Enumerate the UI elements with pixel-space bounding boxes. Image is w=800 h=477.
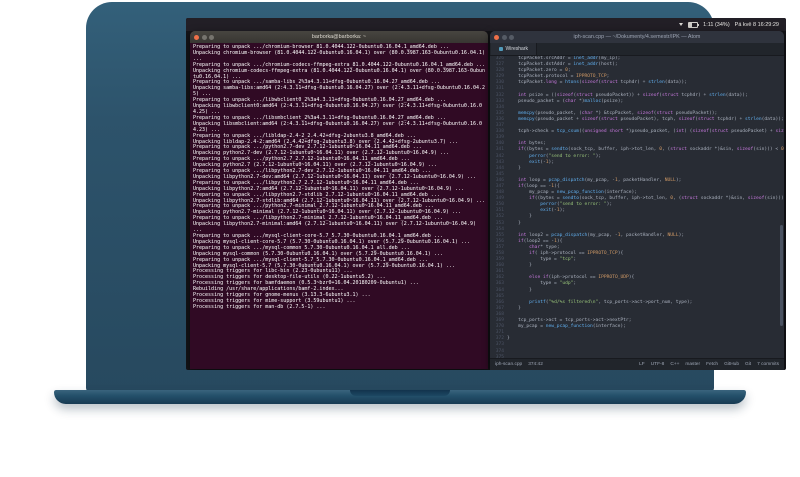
- atom-titlebar[interactable]: iph-scan.cpp — ~/Dokumenty/4.semestr/IPK…: [490, 31, 784, 43]
- clock[interactable]: Pá kvě 8 16:29:29: [735, 22, 779, 28]
- maximize-icon[interactable]: [209, 34, 214, 40]
- terminal-output[interactable]: Preparing to unpack .../chromium-browser…: [190, 43, 488, 369]
- close-icon[interactable]: [494, 34, 499, 40]
- window-controls: [494, 34, 514, 40]
- laptop-notch: [350, 390, 450, 396]
- terminal-titlebar[interactable]: barborka@barborka: ~: [190, 31, 488, 43]
- status-item[interactable]: GitHub: [724, 362, 739, 367]
- code-line: tcph->check = tcp_csum((unsigned short *…: [507, 129, 784, 135]
- minimize-icon[interactable]: [501, 34, 507, 40]
- status-item[interactable]: 374:42: [528, 362, 543, 367]
- scrollbar-thumb[interactable]: [780, 224, 783, 327]
- status-right: LF UTF-8 C++ master Fetch GitHub Git 7 commits: [639, 362, 779, 367]
- window-controls: [194, 34, 214, 40]
- laptop-frame: 1:11 (34%) Pá kvě 8 16:29:29 barborka@ba…: [86, 2, 786, 392]
- editor-code: tcpPacket.srcAddr = inet_addr(my_ip); tc…: [507, 56, 784, 358]
- status-left: iph-scan.cpp 374:42: [495, 362, 543, 367]
- editor-scrollbar[interactable]: [780, 58, 783, 356]
- close-icon[interactable]: [194, 34, 199, 40]
- terminal-title: barborka@barborka: ~: [311, 34, 367, 40]
- status-item[interactable]: master: [685, 362, 700, 367]
- screen: 1:11 (34%) Pá kvě 8 16:29:29 barborka@ba…: [186, 18, 786, 370]
- laptop-base: [54, 390, 746, 404]
- editor[interactable]: 326 327 328 329 330 331 332 333 334 335 336 337 338 3…: [490, 56, 784, 358]
- atom-title: iph-scan.cpp — ~/Dokumenty/4.semestr/IPK…: [573, 34, 701, 40]
- status-item[interactable]: 7 commits: [757, 362, 779, 367]
- battery-label[interactable]: 1:11 (34%): [703, 22, 730, 28]
- page: 1:11 (34%) Pá kvě 8 16:29:29 barborka@ba…: [0, 0, 800, 477]
- code-line: memcpy(pseudo_packet + sizeof(struct pse…: [518, 116, 784, 122]
- battery-icon[interactable]: [688, 21, 700, 28]
- status-item[interactable]: LF: [639, 362, 645, 367]
- status-item[interactable]: C++: [670, 362, 679, 367]
- top-panel: 1:11 (34%) Pá kvě 8 16:29:29: [186, 18, 786, 31]
- file-icon: [499, 47, 503, 51]
- line-number: 375: [495, 354, 504, 358]
- status-item[interactable]: UTF-8: [651, 362, 665, 367]
- maximize-icon[interactable]: [509, 34, 514, 40]
- tab-bar: Wireshark: [490, 43, 784, 56]
- status-item[interactable]: Git: [745, 362, 751, 367]
- editor-gutter: 326 327 328 329 330 331 332 333 334 335 336 337 338 3…: [490, 56, 507, 358]
- terminal-window: barborka@barborka: ~ Preparing to unpack…: [190, 31, 488, 369]
- status-bar: iph-scan.cpp 374:42 LF UTF-8 C++ master Fetch…: [490, 358, 784, 370]
- minimize-icon[interactable]: [201, 34, 207, 40]
- status-item[interactable]: iph-scan.cpp: [495, 362, 522, 367]
- status-item[interactable]: Fetch: [706, 362, 718, 367]
- atom-window: iph-scan.cpp — ~/Dokumenty/4.semestr/IPK…: [490, 31, 784, 370]
- tab-wireshark[interactable]: Wireshark: [491, 43, 538, 55]
- tab-label: Wireshark: [505, 46, 529, 52]
- indicator-caret-icon[interactable]: [679, 23, 684, 26]
- code-line: int psize = ((sizeof(struct pseudoPacket…: [518, 92, 748, 98]
